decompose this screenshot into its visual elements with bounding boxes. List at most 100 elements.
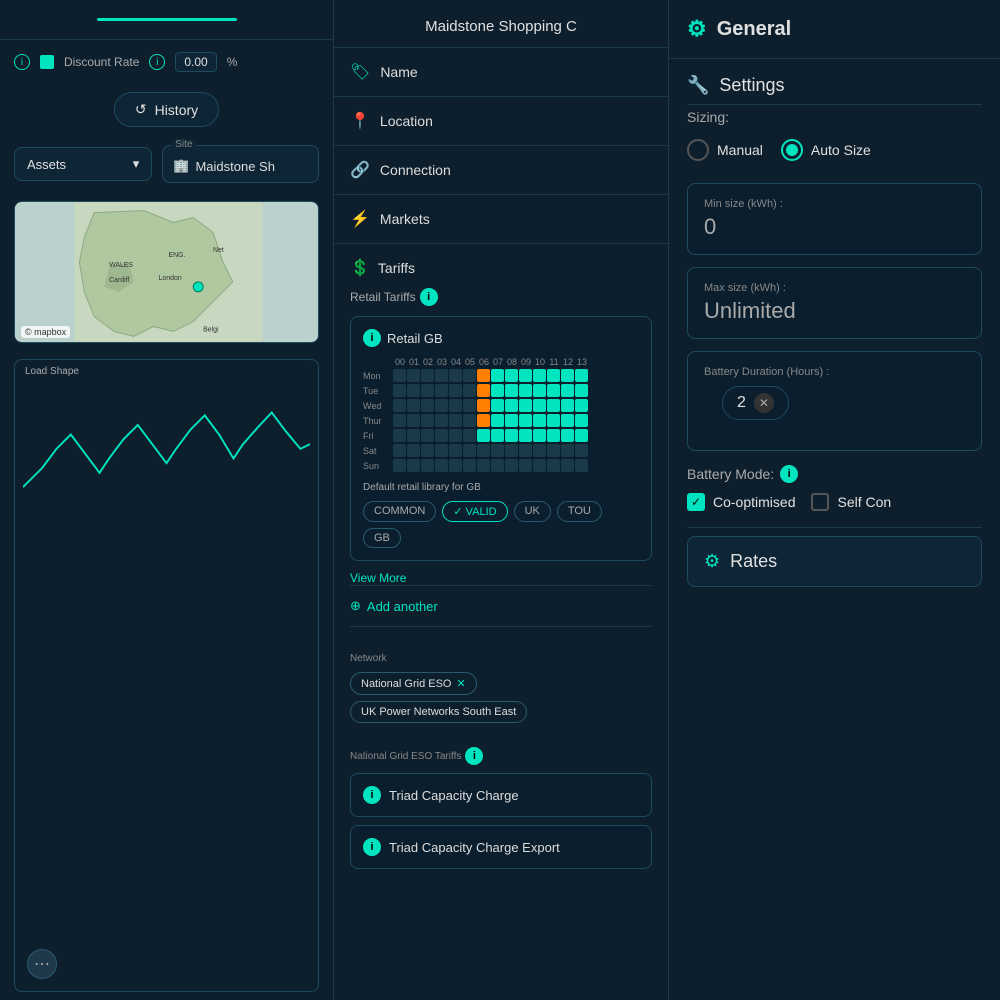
discount-rate-value[interactable]: 0.00 <box>175 52 216 72</box>
tariffs-icon: 💲 <box>350 258 370 278</box>
right-panel: ⚙ General 🔧 Settings Sizing: Manual Auto… <box>669 0 1000 1000</box>
svg-text:London: London <box>159 275 182 282</box>
svg-text:Net: Net <box>213 247 224 254</box>
retail-tariffs-label: Retail Tariffs <box>350 290 416 304</box>
tag-uk[interactable]: UK <box>514 501 551 522</box>
triad-info-icon: i <box>363 786 381 804</box>
network-tag-1[interactable]: National Grid ESO ✕ <box>350 672 477 695</box>
markets-section[interactable]: ⚡ Markets <box>334 195 668 244</box>
battery-mode-text: Battery Mode: <box>687 466 774 482</box>
remove-network-1-button[interactable]: ✕ <box>456 677 465 690</box>
tariff-row-thu: Thur <box>363 414 639 427</box>
chevron-down-icon: ▾ <box>133 156 140 172</box>
tag-tou[interactable]: TOU <box>557 501 602 522</box>
remove-duration-button[interactable]: ✕ <box>754 393 774 413</box>
network-tag-2-label: UK Power Networks South East <box>361 706 516 718</box>
load-shape-label: Load Shape <box>25 366 79 377</box>
load-shape-container: Load Shape ⋯ <box>14 359 319 992</box>
max-size-field[interactable]: Max size (kWh) : Unlimited <box>687 267 982 339</box>
network-tag-2[interactable]: UK Power Networks South East <box>350 701 527 723</box>
network-tag-1-label: National Grid ESO <box>361 678 451 690</box>
location-icon: 📍 <box>350 111 370 131</box>
view-more-link[interactable]: View More <box>350 571 652 585</box>
controls-row: i Discount Rate i 0.00 % <box>0 40 333 84</box>
settings-label: Settings <box>719 75 784 96</box>
tariff-row-wed: Wed <box>363 399 639 412</box>
three-dots-button[interactable]: ⋯ <box>27 949 57 979</box>
wrench-icon: 🔧 <box>687 75 709 96</box>
self-con-checkbox[interactable]: Self Con <box>811 493 891 511</box>
tariff-hours-row: 0001020304050607080910111213 <box>393 357 639 367</box>
building-icon: 🏢 <box>173 158 189 174</box>
auto-size-radio-circle <box>781 139 803 161</box>
mapbox-logo: © mapbox <box>21 326 70 338</box>
triad-export-info-icon: i <box>363 838 381 856</box>
tag-valid[interactable]: ✓ VALID <box>442 501 507 522</box>
name-label: Name <box>380 64 417 80</box>
top-bar <box>0 0 333 40</box>
self-con-check <box>811 493 829 511</box>
co-optimised-checkbox[interactable]: ✓ Co-optimised <box>687 493 795 511</box>
add-another-label: Add another <box>367 599 438 614</box>
mode-options: ✓ Co-optimised Self Con <box>669 493 1000 527</box>
assets-dropdown[interactable]: Assets ▾ <box>14 147 152 181</box>
triad-card-2: i Triad Capacity Charge Export <box>350 825 652 869</box>
add-icon: ⊕ <box>350 598 361 614</box>
svg-text:WALES: WALES <box>109 262 133 269</box>
svg-text:Belgi: Belgi <box>203 326 219 333</box>
progress-bar <box>97 18 237 21</box>
tariff-row-sun: Sun <box>363 459 639 472</box>
site-title: Maidstone Shopping C <box>425 18 577 35</box>
name-section[interactable]: 🏷 Name <box>334 48 668 97</box>
tag-common[interactable]: COMMON <box>363 501 436 522</box>
discount-info-icon: i <box>149 54 165 70</box>
history-button[interactable]: ↺ History <box>114 92 219 127</box>
connection-label: Connection <box>380 162 451 178</box>
min-size-label: Min size (kWh) : <box>704 198 965 210</box>
discount-rate-unit: % <box>227 55 238 69</box>
sizing-options: Manual Auto Size <box>669 135 1000 177</box>
co-optimised-check: ✓ <box>687 493 705 511</box>
ellipsis-icon: ⋯ <box>34 954 50 974</box>
retail-gb-header: i Retail GB <box>363 329 639 347</box>
min-size-field[interactable]: Min size (kWh) : 0 <box>687 183 982 255</box>
auto-size-radio[interactable]: Auto Size <box>781 139 871 161</box>
checkbox[interactable] <box>40 55 54 69</box>
manual-radio-circle <box>687 139 709 161</box>
site-label: Site <box>171 139 196 150</box>
manual-radio[interactable]: Manual <box>687 139 763 161</box>
general-label: General <box>717 18 791 41</box>
general-header: ⚙ General <box>669 0 1000 59</box>
retail-gb-card: i Retail GB 0001020304050607080910111213… <box>350 316 652 561</box>
connection-section[interactable]: 🔗 Connection <box>334 146 668 195</box>
middle-header: Maidstone Shopping C <box>334 0 668 48</box>
auto-size-label: Auto Size <box>811 142 871 158</box>
history-icon: ↺ <box>135 101 147 118</box>
site-area: Assets ▾ Site 🏢 Maidstone Sh <box>0 135 333 193</box>
tariff-grid: 0001020304050607080910111213 Mon Tue <box>363 357 639 474</box>
markets-icon: ⚡ <box>350 209 370 229</box>
rates-label: Rates <box>730 551 777 572</box>
co-optimised-label: Co-optimised <box>713 494 795 510</box>
svg-text:Cardiff: Cardiff <box>109 277 129 284</box>
battery-mode-label: Battery Mode: i <box>669 457 1000 493</box>
retail-gb-info-icon: i <box>363 329 381 347</box>
info-icon: i <box>14 54 30 70</box>
tag-gb[interactable]: GB <box>363 528 401 548</box>
tag-icon: 🏷 <box>350 62 370 82</box>
location-section[interactable]: 📍 Location <box>334 97 668 146</box>
history-label: History <box>155 102 199 118</box>
add-another-button[interactable]: ⊕ Add another <box>350 585 652 627</box>
tariff-row-fri: Fri <box>363 429 639 442</box>
site-name-text: Maidstone Sh <box>195 159 275 174</box>
duration-badge[interactable]: 2 ✕ <box>722 386 789 420</box>
battery-mode-info-icon: i <box>780 465 798 483</box>
battery-duration-label: Battery Duration (Hours) : <box>704 366 965 378</box>
tariffs-section: 💲 Tariffs Retail Tariffs i i Retail GB 0… <box>334 244 668 641</box>
rates-section: ⚙ Rates <box>687 536 982 587</box>
map-container: Maidstone Shopping Centre Cardiff London… <box>14 201 319 343</box>
nge-tariffs-text: National Grid ESO Tariffs <box>350 751 461 762</box>
site-select[interactable]: Site 🏢 Maidstone Sh <box>162 145 319 183</box>
markets-label: Markets <box>380 211 430 227</box>
default-library-text: Default retail library for GB <box>363 482 639 493</box>
